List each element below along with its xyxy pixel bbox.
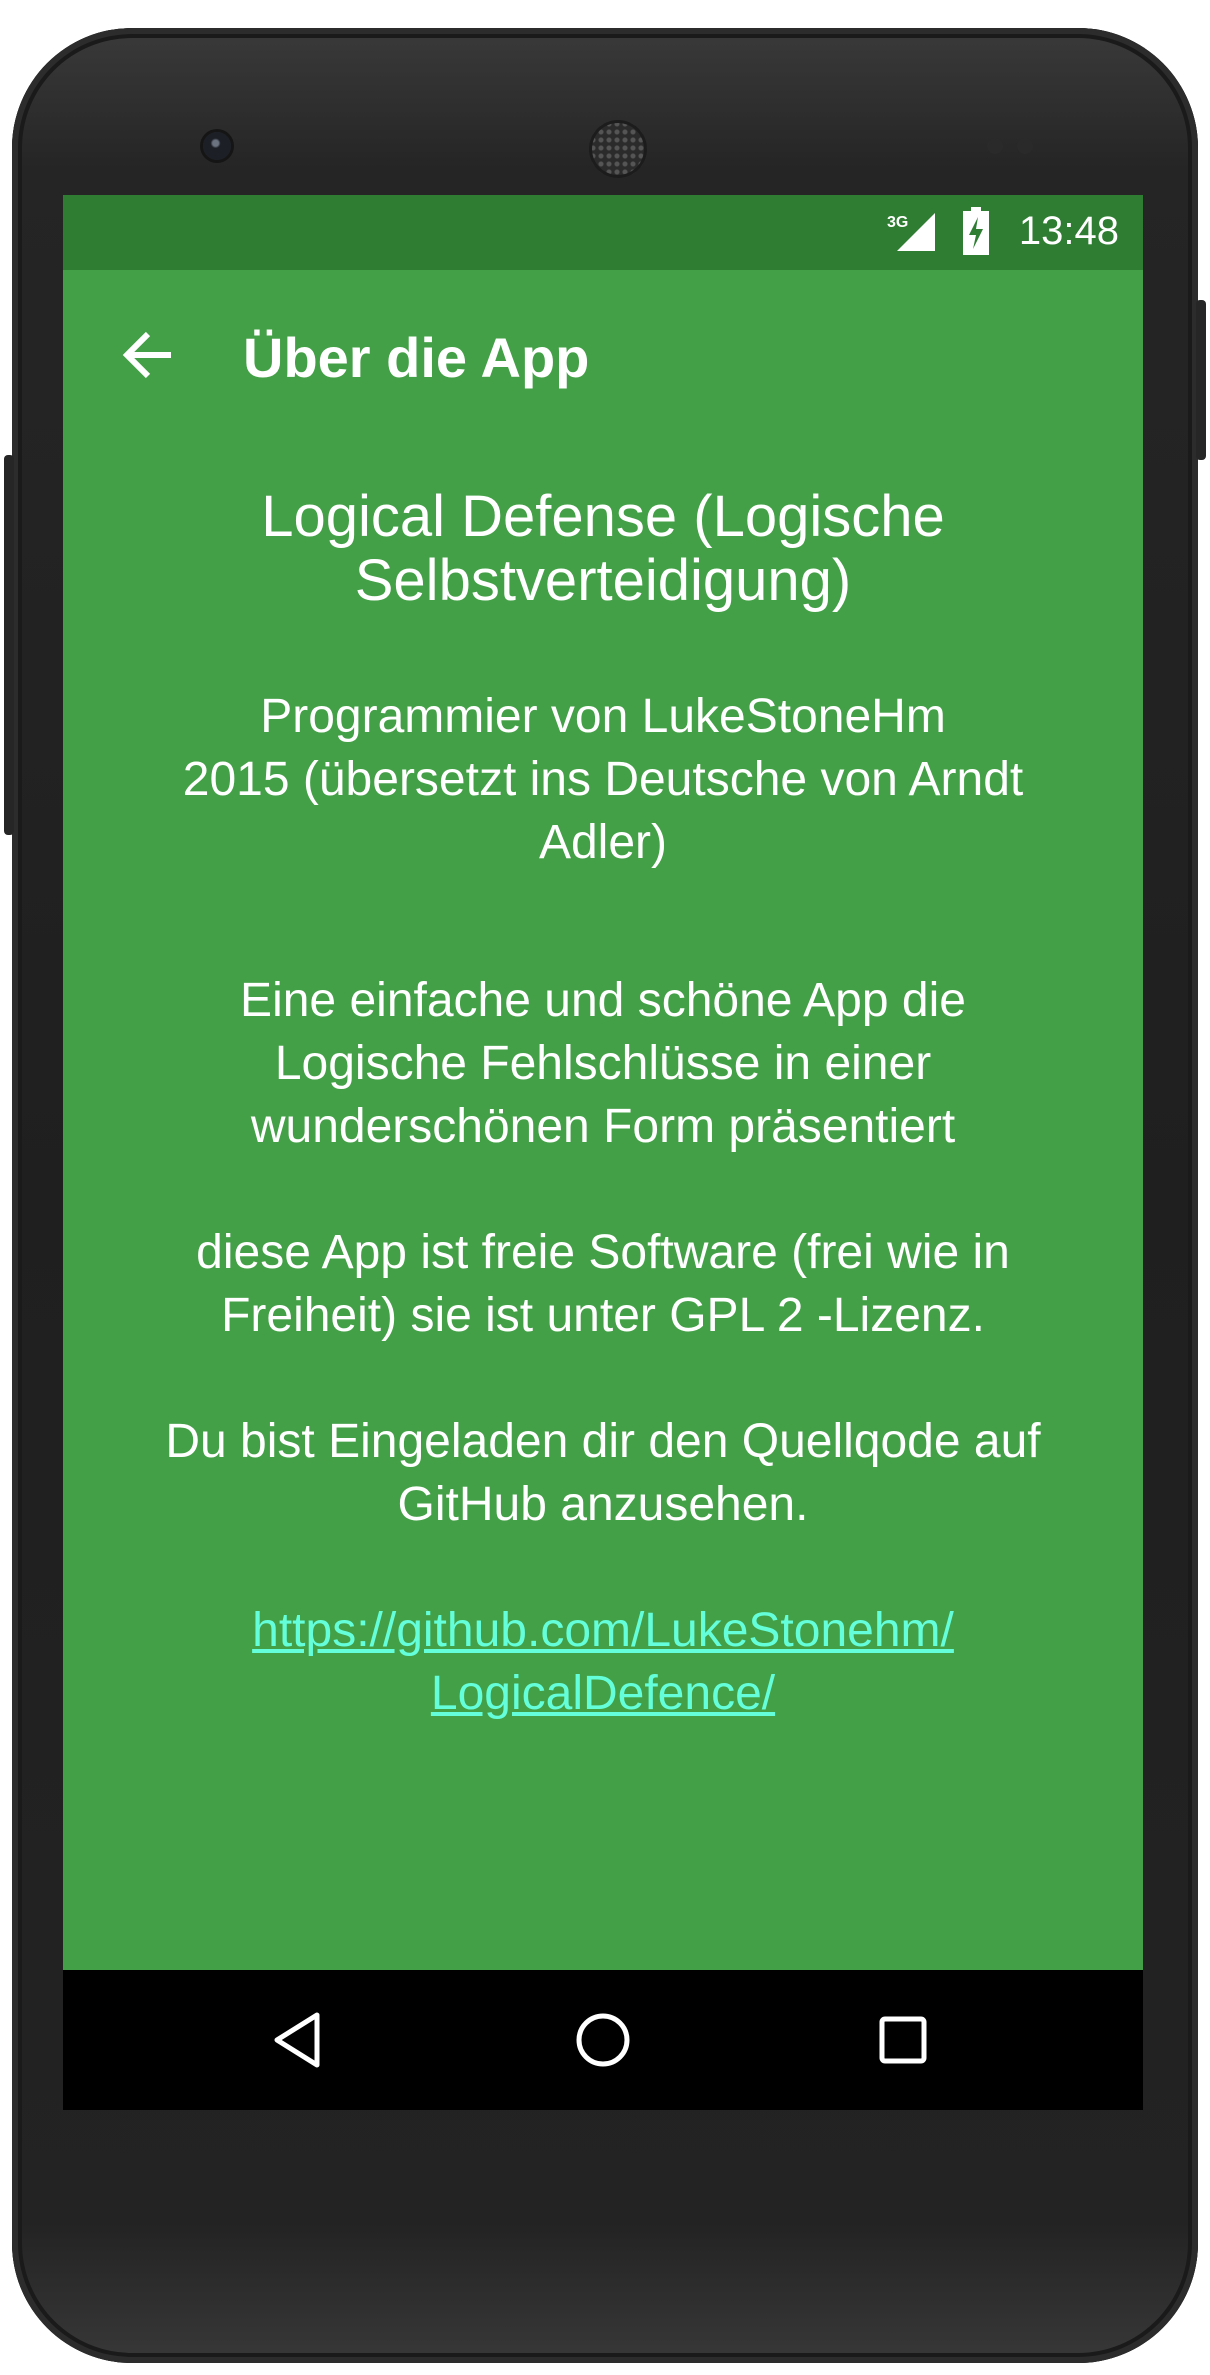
app-title-line: Selbstverteidigung) [354,548,852,613]
status-bar: 3G 13:48 [63,195,1143,270]
cell-signal-icon: 3G [885,209,937,253]
power-button [1196,300,1206,460]
app-toolbar: Über die App [63,270,1143,440]
triangle-back-icon [274,2012,320,2068]
app-title-line: Logical Defense (Logische [261,484,945,549]
nav-back-button[interactable] [263,2005,333,2075]
license-line: diese App ist freie Software (frei wie i… [196,1226,1010,1279]
nav-home-button[interactable] [568,2005,638,2075]
circle-home-icon [576,2013,630,2067]
invite-text: Du bist Eingeladen dir den Quellqode auf… [103,1410,1103,1536]
status-time: 13:48 [1018,209,1119,253]
nav-recents-button[interactable] [868,2005,938,2075]
about-content: Logical Defense (Logische Selbstverteidi… [103,485,1103,1725]
page-title: Über die App [243,326,590,389]
navigation-bar [63,1970,1143,2110]
app-title: Logical Defense (Logische Selbstverteidi… [103,485,1103,613]
license-text: diese App ist freie Software (frei wie i… [103,1221,1103,1347]
github-link-line[interactable]: LogicalDefence/ [431,1667,775,1720]
github-link[interactable]: https://github.com/LukeStonehm/ LogicalD… [103,1599,1103,1725]
credit-line: Programmier von LukeStoneHm [260,690,946,743]
proximity-sensor [987,138,1003,154]
description-line: Eine einfache und schöne App die [240,974,966,1027]
license-line: Freiheit) sie ist unter GPL 2 -Lizenz. [221,1289,985,1342]
app-screen: 3G 13:48 Über die App Logical Defense (L… [63,195,1143,2110]
github-link-line[interactable]: https://github.com/LukeStonehm/ [252,1604,954,1657]
back-button[interactable] [115,320,185,390]
volume-rocker [4,455,14,835]
square-recents-icon [879,2016,927,2064]
arrow-left-icon [122,331,171,379]
network-type-label: 3G [887,214,908,231]
description-line: wunderschönen Form präsentiert [250,1100,956,1153]
front-camera [203,132,231,160]
invite-line: GitHub anzusehen. [397,1478,809,1531]
battery-charging-icon [961,205,991,257]
credit-line: Adler) [538,816,668,869]
description-line: Logische Fehlschlüsse in einer [274,1037,932,1090]
invite-line: Du bist Eingeladen dir den Quellqode auf [165,1415,1041,1468]
credit-line: 2015 (übersetzt ins Deutsche von Arndt [182,753,1024,806]
earpiece-speaker [589,120,647,178]
description-text: Eine einfache und schöne App die Logisch… [103,969,1103,1158]
credit-text: Programmier von LukeStoneHm 2015 (überse… [103,685,1103,874]
light-sensor [1017,138,1033,154]
